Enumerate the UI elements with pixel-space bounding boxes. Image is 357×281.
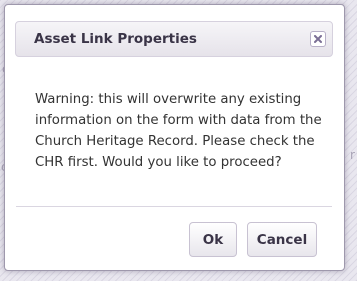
close-icon bbox=[314, 35, 322, 43]
button-pane-divider bbox=[16, 206, 332, 207]
asset-link-properties-dialog: Asset Link Properties Warning: this will… bbox=[4, 4, 345, 271]
ok-button[interactable]: Ok bbox=[189, 222, 237, 257]
close-button[interactable] bbox=[310, 31, 326, 47]
dialog-message: Warning: this will overwrite any existin… bbox=[35, 92, 322, 170]
dialog-titlebar[interactable]: Asset Link Properties bbox=[15, 21, 333, 57]
background-text-fragment: r bbox=[350, 148, 355, 162]
cancel-button[interactable]: Cancel bbox=[247, 222, 317, 257]
dialog-title: Asset Link Properties bbox=[34, 31, 197, 47]
